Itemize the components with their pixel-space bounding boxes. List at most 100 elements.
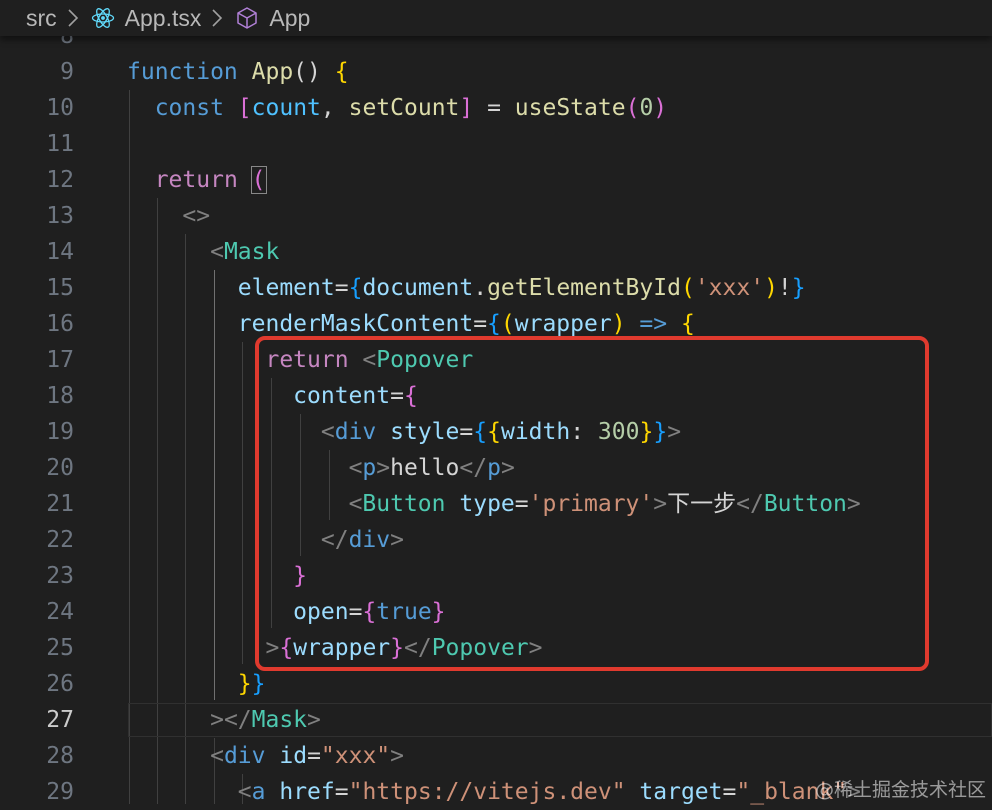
code-line[interactable]: 10 const [count, setCount] = useState(0) (0, 90, 992, 126)
code-token: < (210, 743, 224, 769)
code-line[interactable]: 26 }} (0, 666, 992, 702)
line-number: 9 (60, 59, 74, 85)
line-number: 19 (46, 419, 74, 445)
code-token: return (154, 167, 252, 193)
code-token: } (251, 671, 266, 697)
code-token: useState (514, 95, 626, 121)
code-token: 'xxx' (694, 275, 765, 301)
breadcrumb-item-app[interactable]: App (235, 5, 310, 32)
breadcrumb-item-app-tsx[interactable]: App.tsx (91, 4, 202, 32)
code-token: { (348, 275, 363, 301)
line-number: 21 (46, 491, 74, 517)
code-token: < (237, 779, 252, 805)
code-text: <div id="xxx"> (127, 738, 404, 774)
code-token: ( (680, 275, 695, 301)
line-number: 11 (46, 131, 74, 157)
code-token: { (680, 311, 695, 337)
line-number: 12 (46, 167, 74, 193)
code-token: . (473, 275, 488, 301)
code-token: > (390, 743, 405, 769)
code-token: ) (764, 275, 778, 301)
code-line[interactable]: 28 <div id="xxx"> (0, 738, 992, 774)
code-line[interactable]: 11 (0, 126, 992, 162)
code-token: App (251, 59, 294, 85)
code-token: } (237, 671, 252, 697)
code-token: = (473, 311, 488, 337)
line-number: 28 (46, 743, 74, 769)
code-token: { (334, 59, 349, 85)
code-line[interactable]: 27 ></Mask> (0, 702, 992, 738)
code-token: document (362, 275, 474, 301)
code-token: = (722, 779, 737, 805)
code-token: , (320, 95, 349, 121)
code-text: const [count, setCount] = useState(0) (127, 90, 667, 126)
code-token: Mask (251, 707, 308, 733)
code-token: = (334, 779, 349, 805)
code-text: ></Mask> (127, 702, 321, 738)
code-text: }} (127, 666, 266, 702)
code-token: count (251, 95, 321, 121)
code-token: href (279, 779, 335, 805)
code-line[interactable]: 9 function App() { (0, 54, 992, 90)
code-token: wrapper (514, 311, 612, 337)
code-line[interactable]: 15 element={document.getElementById('xxx… (0, 270, 992, 306)
code-token: = (473, 95, 515, 121)
code-token: target (639, 779, 723, 805)
line-number: 29 (46, 779, 74, 805)
breadcrumb-label: src (26, 4, 57, 31)
code-token: getElementById (487, 275, 681, 301)
line-number: 14 (46, 239, 74, 265)
code-token: const (154, 95, 238, 121)
code-token: < (210, 239, 224, 265)
code-editor[interactable]: 8 9 function App() {10 const [count, setCo… (0, 0, 992, 805)
breadcrumb-label: App (269, 4, 311, 31)
line-number: 24 (46, 599, 74, 625)
line-number: 27 (46, 707, 74, 733)
code-text: return ( (127, 162, 267, 198)
line-number: 23 (46, 563, 74, 589)
line-number: 10 (46, 95, 74, 121)
code-line[interactable]: 12 return ( (0, 162, 992, 198)
code-token: = (334, 275, 349, 301)
code-token: 0 (639, 95, 654, 121)
code-token: ></ (210, 707, 252, 733)
code-text: <a href="https://vitejs.dev" target="_bl… (127, 774, 861, 810)
code-token: ] (459, 95, 474, 121)
chevron-right-icon (212, 9, 223, 27)
line-number: 13 (46, 203, 74, 229)
line-number: 17 (46, 347, 74, 373)
watermark-text: @稀土掘金技术社区 (814, 779, 986, 801)
line-number: 15 (46, 275, 74, 301)
line-number: 22 (46, 527, 74, 553)
code-token: a (251, 779, 266, 805)
line-number: 18 (46, 383, 74, 409)
line-number: 25 (46, 635, 74, 661)
code-token: id (279, 743, 308, 769)
code-text: <> (127, 198, 210, 234)
code-token: renderMaskContent (237, 311, 474, 337)
breadcrumb-item-src[interactable]: src (26, 5, 57, 32)
code-token: <> (182, 203, 211, 229)
breadcrumb-label: App.tsx (124, 4, 202, 31)
code-token: = (307, 743, 321, 769)
code-line[interactable]: 13 <> (0, 198, 992, 234)
code-token: => (625, 311, 681, 337)
line-number: 26 (46, 671, 74, 697)
code-token: { (487, 311, 501, 337)
code-line[interactable]: 14 <Mask (0, 234, 992, 270)
code-token: "https://vitejs.dev" (348, 779, 626, 805)
line-number: 16 (46, 311, 74, 337)
code-token: div (223, 743, 266, 769)
